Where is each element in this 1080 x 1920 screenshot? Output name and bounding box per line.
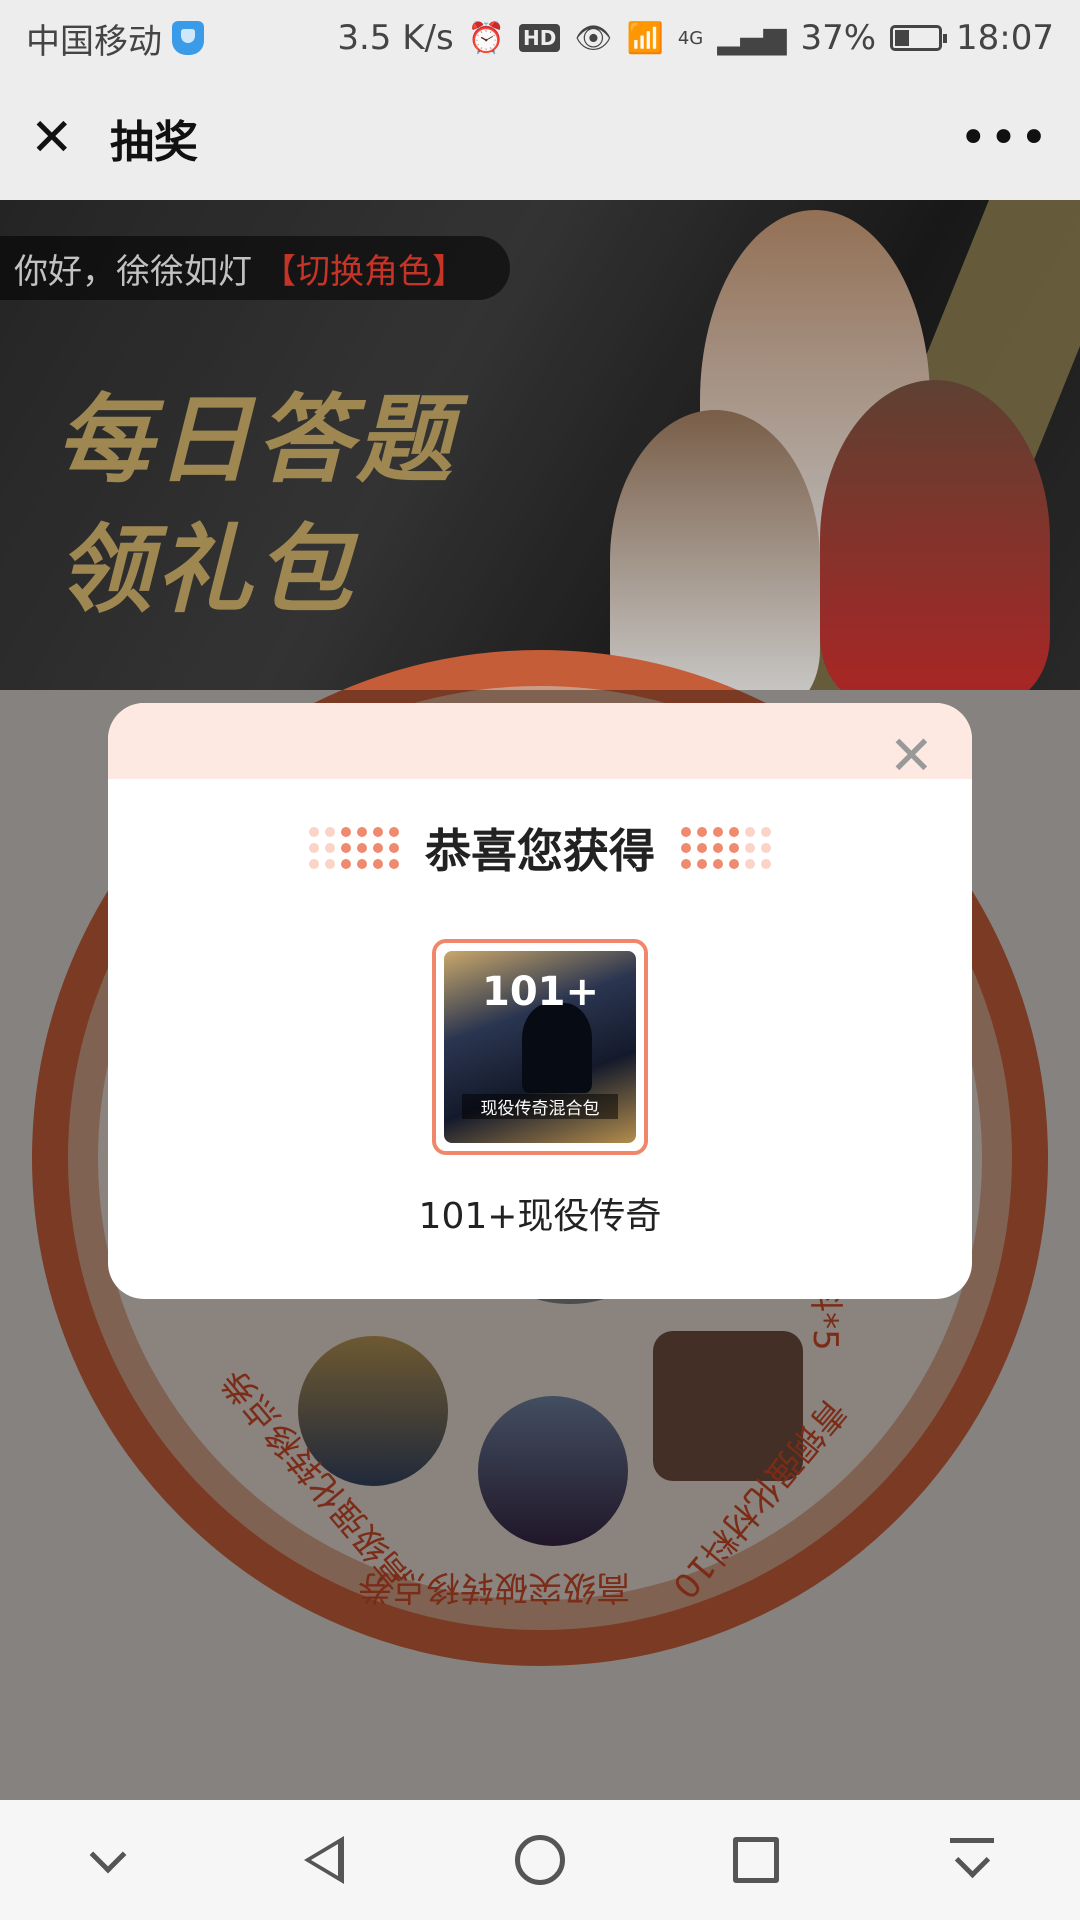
shield-icon <box>172 21 204 55</box>
page-title: 抽奖 <box>110 117 198 168</box>
network-type: 4G <box>677 27 704 49</box>
modal-close-icon[interactable]: ✕ <box>889 729 934 783</box>
home-circle-icon <box>515 1835 565 1885</box>
battery-percent: 37% <box>800 18 877 58</box>
card-rating: 101+ <box>482 969 600 1015</box>
net-speed: 3.5 K/s <box>337 18 454 58</box>
clock: 18:07 <box>956 18 1054 58</box>
home-button[interactable] <box>495 1815 585 1905</box>
system-nav-bar <box>0 1800 1080 1920</box>
chevron-down-icon <box>89 1836 127 1874</box>
card-pack-label: 现役传奇混合包 <box>462 1094 618 1119</box>
prize-card-art: 101+ 现役传奇混合包 <box>444 951 636 1143</box>
battery-icon <box>890 25 948 51</box>
alarm-icon: ⏰ <box>467 20 506 56</box>
prize-card: 101+ 现役传奇混合包 <box>432 939 648 1155</box>
status-indicators: 3.5 K/s ⏰ HD 👁 📶 4G ▂▄▆ 37% 18:07 <box>337 18 1054 58</box>
back-button[interactable] <box>279 1815 369 1905</box>
title-bar: ✕ 抽奖 ••• <box>0 76 1080 200</box>
back-triangle-icon <box>304 1836 344 1884</box>
recents-square-icon <box>733 1837 779 1883</box>
notification-pull-button[interactable] <box>927 1815 1017 1905</box>
modal-title: 恭喜您获得 <box>425 824 655 878</box>
decor-dots-right <box>681 827 771 869</box>
carrier-group: 中国移动 <box>26 14 204 63</box>
hd-icon: HD <box>519 24 561 52</box>
player-silhouette-icon <box>522 1003 592 1093</box>
dim-overlay-top <box>0 200 1080 690</box>
prize-modal: ✕ 恭喜您获得 101+ 现役传奇混合包 101+现役传奇 <box>108 703 972 1299</box>
collapse-button[interactable] <box>63 1815 153 1905</box>
pull-down-icon <box>950 1838 994 1882</box>
status-bar: 中国移动 3.5 K/s ⏰ HD 👁 📶 4G ▂▄▆ 37% 18:07 <box>0 0 1080 76</box>
more-options-icon[interactable]: ••• <box>959 110 1050 166</box>
wifi-icon: 📶 <box>626 20 664 56</box>
prize-name: 101+现役传奇 <box>418 1196 662 1237</box>
page-content: 你好，徐徐如灯 【切换角色】 每日答题 领礼包 经验 化材料*5 高级强化转移点… <box>0 200 1080 1800</box>
eye-icon: 👁 <box>574 20 613 56</box>
decor-dots-left <box>309 827 399 869</box>
signal-icon: ▂▄▆ <box>717 20 787 56</box>
carrier-name: 中国移动 <box>26 21 162 62</box>
modal-header-band <box>108 703 972 779</box>
close-icon[interactable]: ✕ <box>30 112 82 164</box>
recents-button[interactable] <box>711 1815 801 1905</box>
modal-title-row: 恭喜您获得 <box>108 815 972 881</box>
